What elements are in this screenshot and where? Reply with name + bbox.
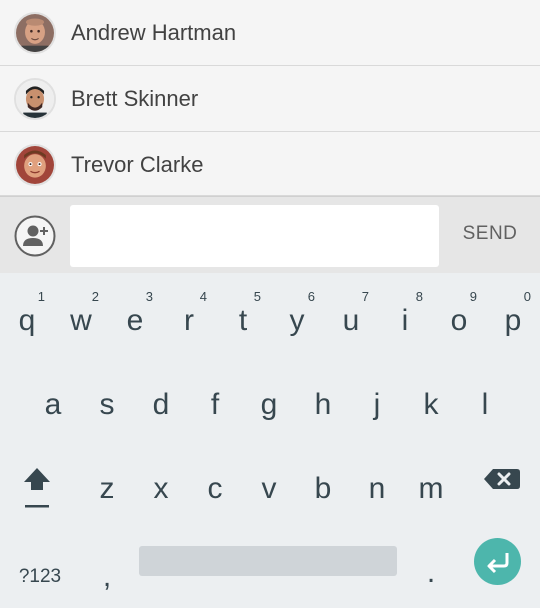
avatar-trevor-clarke-icon bbox=[14, 144, 56, 186]
key-p[interactable]: p 0 bbox=[486, 281, 540, 351]
contact-name: Trevor Clarke bbox=[71, 152, 204, 177]
key-m[interactable]: m bbox=[404, 449, 458, 519]
key-u[interactable]: u 7 bbox=[324, 281, 378, 351]
shift-icon bbox=[24, 468, 50, 508]
key-v[interactable]: v bbox=[242, 449, 296, 519]
send-button[interactable]: SEND bbox=[450, 223, 530, 249]
key-d[interactable]: d bbox=[134, 365, 188, 435]
key-h[interactable]: h bbox=[296, 365, 350, 435]
key-comma[interactable]: , bbox=[80, 537, 134, 607]
contact-item-trevor-clarke[interactable]: Trevor Clarke bbox=[0, 132, 540, 196]
key-k[interactable]: k bbox=[404, 365, 458, 435]
key-x[interactable]: x bbox=[134, 449, 188, 519]
compose-bar: SEND bbox=[0, 196, 540, 273]
symbols-key[interactable]: ?123 bbox=[10, 530, 70, 600]
key-z[interactable]: z bbox=[80, 449, 134, 519]
backspace-key[interactable] bbox=[474, 449, 528, 519]
key-i[interactable]: i 8 bbox=[378, 281, 432, 351]
key-y[interactable]: y 6 bbox=[270, 281, 324, 351]
space-bar[interactable] bbox=[139, 546, 397, 576]
key-s[interactable]: s bbox=[80, 365, 134, 435]
key-a[interactable]: a bbox=[26, 365, 80, 435]
avatar-andrew-hartman-icon bbox=[14, 12, 56, 54]
contact-item-brett-skinner[interactable]: Brett Skinner bbox=[0, 66, 540, 132]
message-input[interactable] bbox=[70, 205, 439, 267]
key-t[interactable]: t 5 bbox=[216, 281, 270, 351]
contact-name: Andrew Hartman bbox=[71, 20, 237, 45]
key-b[interactable]: b bbox=[296, 449, 350, 519]
key-c[interactable]: c bbox=[188, 449, 242, 519]
contact-name: Brett Skinner bbox=[71, 86, 199, 111]
contact-item-andrew-hartman[interactable]: Andrew Hartman bbox=[0, 0, 540, 66]
key-period[interactable]: . bbox=[404, 533, 458, 603]
key-g[interactable]: g bbox=[242, 365, 296, 435]
backspace-icon bbox=[484, 469, 520, 489]
avatar-brett-skinner-icon bbox=[14, 78, 56, 120]
shift-key[interactable] bbox=[10, 449, 64, 519]
key-q[interactable]: q 1 bbox=[0, 281, 54, 351]
key-w[interactable]: w 2 bbox=[54, 281, 108, 351]
key-l[interactable]: l bbox=[458, 365, 512, 435]
key-n[interactable]: n bbox=[350, 449, 404, 519]
add-person-icon[interactable] bbox=[14, 215, 56, 257]
key-f[interactable]: f bbox=[188, 365, 242, 435]
soft-keyboard: q 1 w 2 e 3 r 4 t 5 y 6 u 7 i 8 o 9 p 0 … bbox=[0, 273, 540, 608]
key-r[interactable]: r 4 bbox=[162, 281, 216, 351]
key-e[interactable]: e 3 bbox=[108, 281, 162, 351]
key-j[interactable]: j bbox=[350, 365, 404, 435]
enter-key[interactable] bbox=[474, 538, 521, 585]
contact-suggestion-list: Andrew Hartman Brett Skinner Trevor Clar… bbox=[0, 0, 540, 196]
enter-icon bbox=[487, 553, 509, 574]
key-o[interactable]: o 9 bbox=[432, 281, 486, 351]
